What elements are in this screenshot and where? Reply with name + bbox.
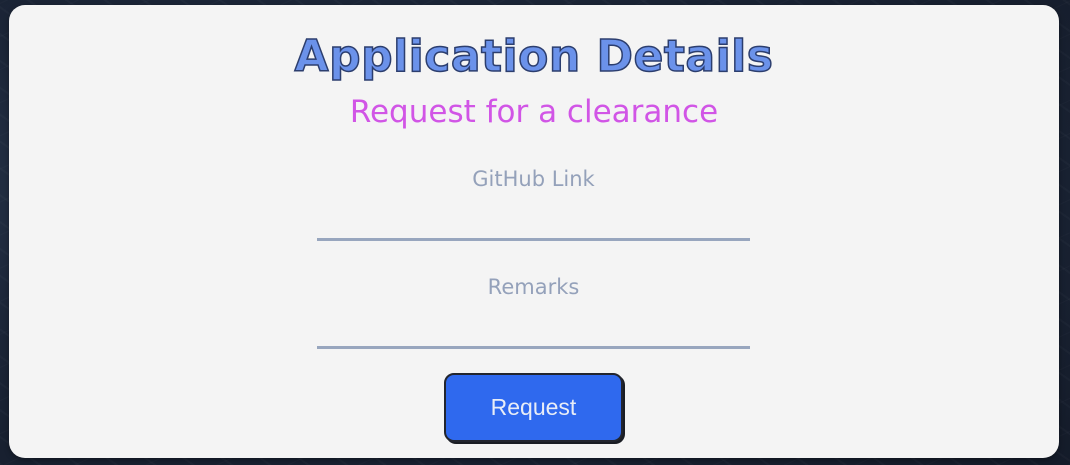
page-subtitle: Request for a clearance: [349, 94, 719, 130]
page-title: Application Details: [294, 30, 774, 83]
remarks-label: Remarks: [487, 275, 580, 299]
request-button[interactable]: Request: [444, 373, 623, 442]
github-link-label: GitHub Link: [472, 167, 595, 191]
remarks-input[interactable]: [317, 319, 750, 349]
github-link-field: GitHub Link: [317, 165, 750, 241]
remarks-field: Remarks: [317, 273, 750, 349]
application-card: Application Details Request for a cleara…: [9, 5, 1059, 458]
github-link-input[interactable]: [317, 211, 750, 241]
